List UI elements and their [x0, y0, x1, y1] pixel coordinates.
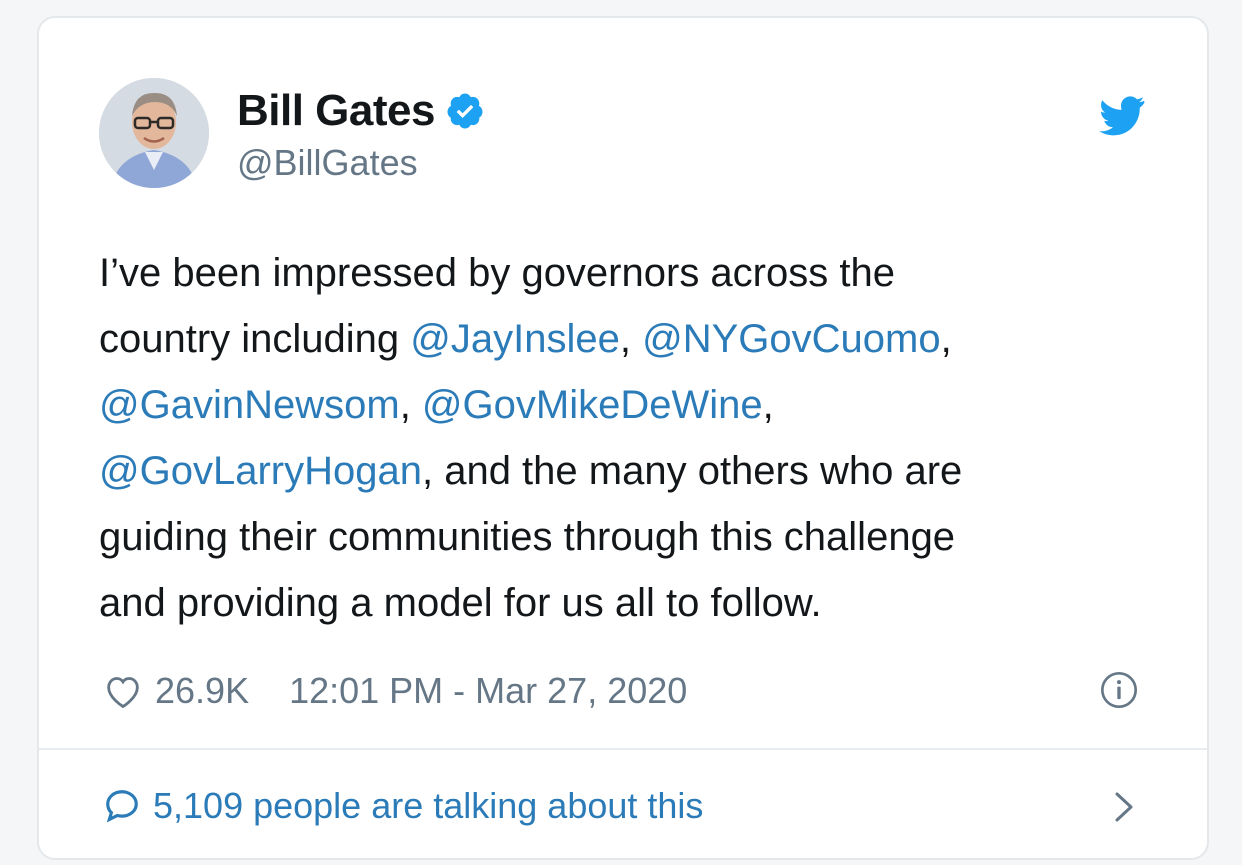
tweet-text-line: I’ve been impressed by governors across …	[99, 240, 1159, 306]
tweet-text-segment: country including	[99, 317, 411, 361]
mention-link-govlarryhogan[interactable]: @GovLarryHogan	[99, 449, 422, 493]
tweet-text-segment: ,	[399, 383, 422, 427]
author-display-name[interactable]: Bill Gates	[237, 86, 435, 136]
like-count[interactable]: 26.9K	[155, 670, 249, 712]
tweet-text-segment: ,	[762, 383, 774, 427]
tweet-header: Bill Gates @BillGates	[99, 78, 1147, 190]
verified-badge-icon	[445, 91, 485, 131]
divider	[39, 748, 1207, 750]
mention-link-nygovcuomo[interactable]: @NYGovCuomo	[642, 317, 940, 361]
mention-link-jayinslee[interactable]: @JayInslee	[410, 317, 620, 361]
info-icon[interactable]	[1099, 670, 1139, 710]
mention-link-govmikedewine[interactable]: @GovMikeDeWine	[422, 383, 763, 427]
twitter-bird-icon[interactable]	[1099, 92, 1145, 138]
tweet-meta: 26.9K 12:01 PM - Mar 27, 2020	[103, 666, 1147, 716]
chevron-right-icon[interactable]	[1111, 790, 1137, 824]
conversation-count-text[interactable]: 5,109 people are talking about this	[153, 785, 703, 827]
tweet-card: Bill Gates @BillGates I’ve been impresse…	[37, 16, 1209, 860]
speech-bubble-icon	[103, 787, 141, 825]
tweet-text-line: guiding their communities through this c…	[99, 504, 1159, 570]
tweet-text-segment: ,	[619, 317, 643, 361]
tweet-timestamp[interactable]: 12:01 PM - Mar 27, 2020	[289, 670, 687, 712]
tweet-text-line: country including @JayInslee, @NYGovCuom…	[99, 306, 1159, 372]
tweet-text-line: @GovLarryHogan, and the many others who …	[99, 438, 1159, 504]
tweet-text-segment: ,	[940, 317, 952, 361]
tweet-text-segment: I’ve been impressed by governors across …	[99, 251, 895, 295]
mention-link-gavinnewsom[interactable]: @GavinNewsom	[99, 383, 400, 427]
tweet-text-line: @GavinNewsom, @GovMikeDeWine,	[99, 372, 1159, 438]
tweet-text-segment: , and the many others who are	[421, 449, 963, 493]
tweet-text-line: and providing a model for us all to foll…	[99, 570, 1159, 636]
tweet-text-segment: guiding their communities through this c…	[99, 515, 956, 559]
author-handle[interactable]: @BillGates	[237, 142, 485, 184]
avatar[interactable]	[99, 78, 209, 188]
name-row: Bill Gates	[237, 86, 485, 136]
author-block: Bill Gates @BillGates	[237, 86, 485, 184]
heart-icon[interactable]	[103, 671, 143, 711]
conversation-link[interactable]: 5,109 people are talking about this	[103, 776, 1147, 836]
tweet-text-segment: and providing a model for us all to foll…	[99, 581, 822, 625]
tweet-text: I’ve been impressed by governors across …	[99, 240, 1159, 636]
